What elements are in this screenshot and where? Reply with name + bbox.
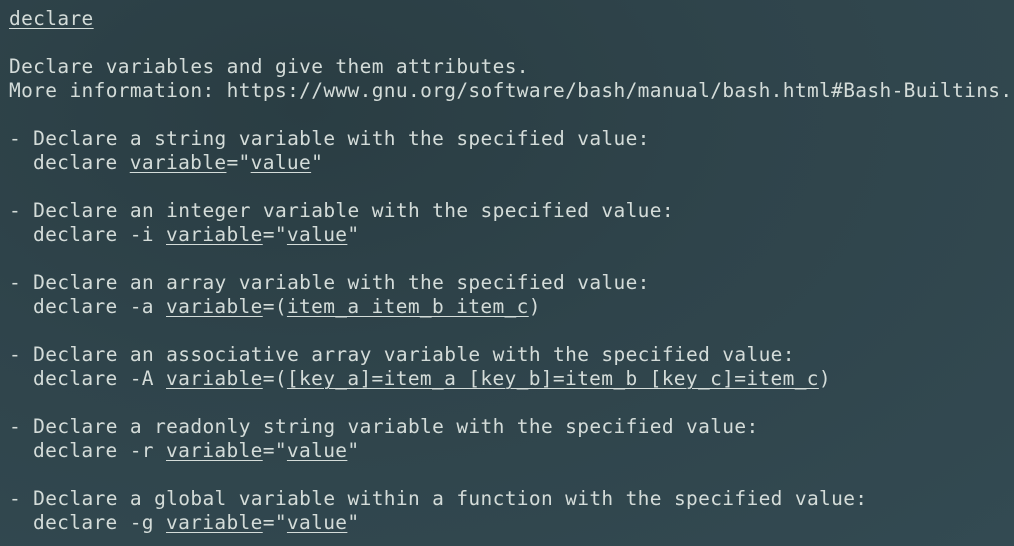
- command-value: value: [286, 223, 348, 246]
- example-command: declare -r variable="value": [9, 439, 1014, 463]
- command-value: value: [286, 439, 348, 462]
- command-variable: variable: [166, 367, 263, 390]
- description: Declare variables and give them attribut…: [9, 55, 529, 78]
- example-description: - Declare an integer variable with the s…: [9, 199, 674, 222]
- command-close: ": [347, 439, 360, 462]
- command-variable: variable: [166, 223, 263, 246]
- more-info-line: More information: https://www.gnu.org/so…: [9, 79, 1014, 103]
- command-operator: =": [262, 511, 287, 534]
- more-info-url: https://www.gnu.org/software/bash/manual…: [226, 79, 1013, 102]
- example-description: - Declare a string variable with the spe…: [9, 127, 650, 150]
- command-close: ": [311, 151, 324, 174]
- page-title: declare: [9, 7, 94, 30]
- command-variable: variable: [166, 439, 263, 462]
- command-close: ): [528, 295, 541, 318]
- example-command: declare -a variable=(item_a item_b item_…: [9, 295, 1014, 319]
- command-value: [key_a]=item_a [key_b]=item_b [key_c]=it…: [286, 367, 819, 390]
- example-command: declare variable="value": [9, 151, 1014, 175]
- example-description: - Declare a readonly string variable wit…: [9, 415, 759, 438]
- command-variable: variable: [166, 295, 263, 318]
- example-description: - Declare an array variable with the spe…: [9, 271, 650, 294]
- example-command: declare -A variable=([key_a]=item_a [key…: [9, 367, 1014, 391]
- command-close: ": [347, 511, 360, 534]
- command-name: declare -i: [33, 223, 166, 246]
- command-name: declare -r: [33, 439, 166, 462]
- command-value: value: [250, 151, 312, 174]
- command-close: ): [818, 367, 831, 390]
- command-operator: =(: [262, 367, 287, 390]
- command-name: declare: [33, 151, 130, 174]
- command-operator: =": [226, 151, 251, 174]
- command-close: ": [347, 223, 360, 246]
- example-description: - Declare a global variable within a fun…: [9, 487, 868, 510]
- command-name: declare -a: [33, 295, 166, 318]
- page-title-line: declare: [9, 7, 1014, 31]
- command-name: declare -g: [33, 511, 166, 534]
- terminal-window[interactable]: declare Declare variables and give them …: [0, 0, 1014, 546]
- example-command: declare -g variable="value": [9, 511, 1014, 535]
- command-variable: variable: [129, 151, 227, 174]
- command-operator: =": [262, 439, 287, 462]
- example-list: - Declare a string variable with the spe…: [9, 127, 1014, 535]
- example-command: declare -i variable="value": [9, 223, 1014, 247]
- command-value: value: [286, 511, 348, 534]
- command-operator: =(: [262, 295, 287, 318]
- command-name: declare -A: [33, 367, 166, 390]
- command-variable: variable: [166, 511, 263, 534]
- example-description: - Declare an associative array variable …: [9, 343, 795, 366]
- more-info-label: More information:: [9, 79, 227, 102]
- command-operator: =": [262, 223, 287, 246]
- command-value: item_a item_b item_c: [286, 295, 529, 318]
